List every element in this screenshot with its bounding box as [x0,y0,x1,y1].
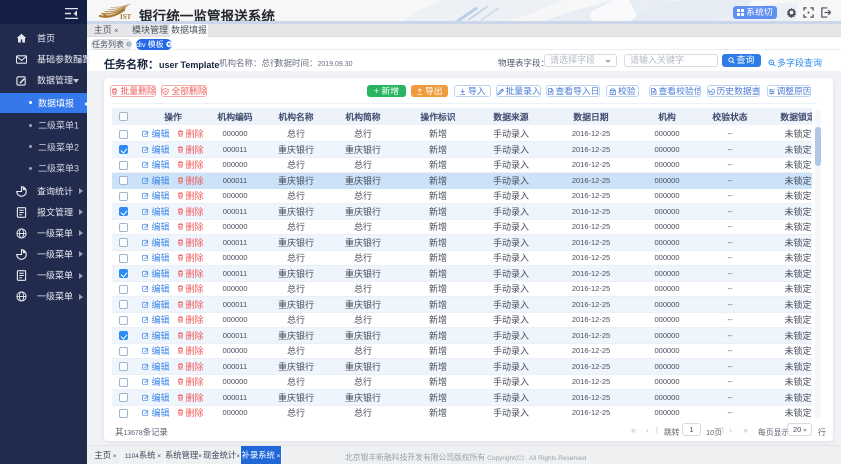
svg-text:IST: IST [120,13,132,20]
